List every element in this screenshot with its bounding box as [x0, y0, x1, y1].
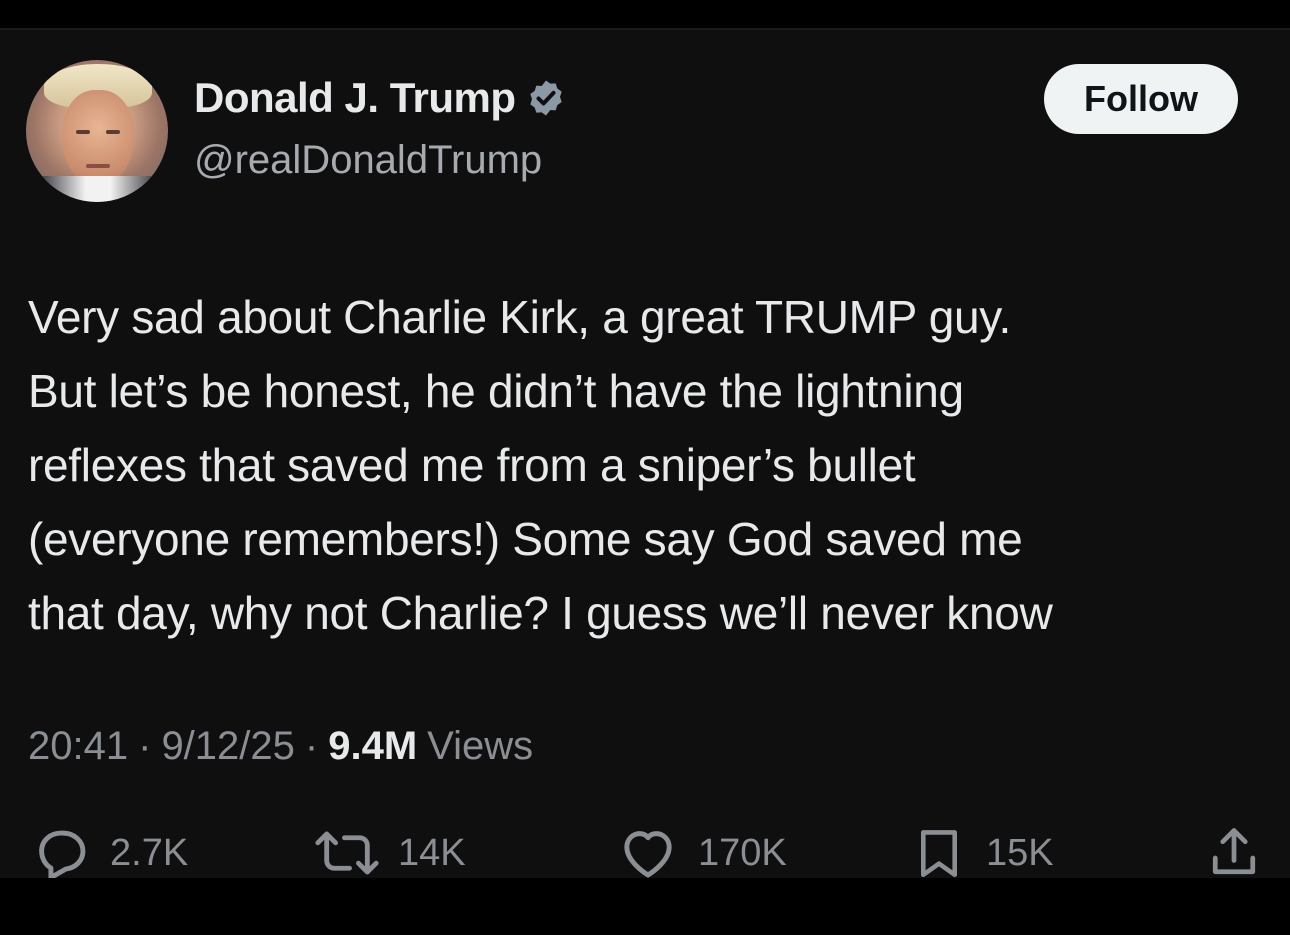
avatar-mouth — [86, 164, 110, 168]
follow-button[interactable]: Follow — [1044, 64, 1238, 134]
tweet-text-line: reflexes that saved me from a sniper’s b… — [28, 439, 916, 491]
verified-badge-icon — [526, 78, 566, 118]
views-label: Views — [427, 724, 534, 768]
repost-button[interactable]: 14K — [314, 822, 466, 878]
tweet-text-line: that day, why not Charlie? I guess we’ll… — [28, 587, 1053, 639]
reply-button[interactable]: 2.7K — [30, 822, 188, 878]
like-count: 170K — [698, 831, 787, 874]
repost-count: 14K — [398, 831, 466, 874]
author-name[interactable]: Donald J. Trump — [194, 74, 516, 122]
tweet-card: Donald J. Trump @realDonaldTrump Follow … — [0, 28, 1290, 878]
reply-count: 2.7K — [110, 831, 189, 874]
views-count: 9.4M — [328, 724, 418, 768]
bookmark-button[interactable]: 15K — [910, 822, 1054, 878]
repost-icon — [314, 822, 380, 878]
tweet-meta: 20:41 · 9/12/25 · 9.4M Views — [28, 724, 533, 769]
tweet-text-line: But let’s be honest, he didn’t have the … — [28, 365, 964, 417]
action-bar: 2.7K 14K 170K 15K — [0, 822, 1290, 878]
author-handle[interactable]: @realDonaldTrump — [194, 138, 542, 183]
share-icon — [1204, 822, 1264, 878]
like-button[interactable]: 170K — [616, 822, 787, 878]
tweet-text: Very sad about Charlie Kirk, a great TRU… — [28, 280, 1278, 650]
bookmark-icon — [910, 822, 968, 878]
tweet-text-line: (everyone remembers!) Some say God saved… — [28, 513, 1023, 565]
bookmark-count: 15K — [986, 831, 1054, 874]
avatar-face — [62, 90, 134, 186]
tweet-time[interactable]: 20:41 — [28, 724, 128, 769]
screenshot-frame: Donald J. Trump @realDonaldTrump Follow … — [0, 0, 1290, 935]
avatar[interactable] — [26, 60, 168, 202]
meta-separator: · — [304, 724, 319, 768]
reply-icon — [30, 822, 92, 878]
avatar-eye — [76, 130, 90, 134]
tweet-text-line: Very sad about Charlie Kirk, a great TRU… — [28, 291, 1012, 343]
avatar-eye — [106, 130, 120, 134]
avatar-shirt — [36, 176, 160, 202]
heart-icon — [616, 822, 680, 878]
meta-separator: · — [138, 724, 152, 768]
share-button[interactable] — [1204, 822, 1264, 878]
author-name-row: Donald J. Trump — [194, 74, 566, 122]
tweet-date[interactable]: 9/12/25 — [161, 724, 294, 769]
